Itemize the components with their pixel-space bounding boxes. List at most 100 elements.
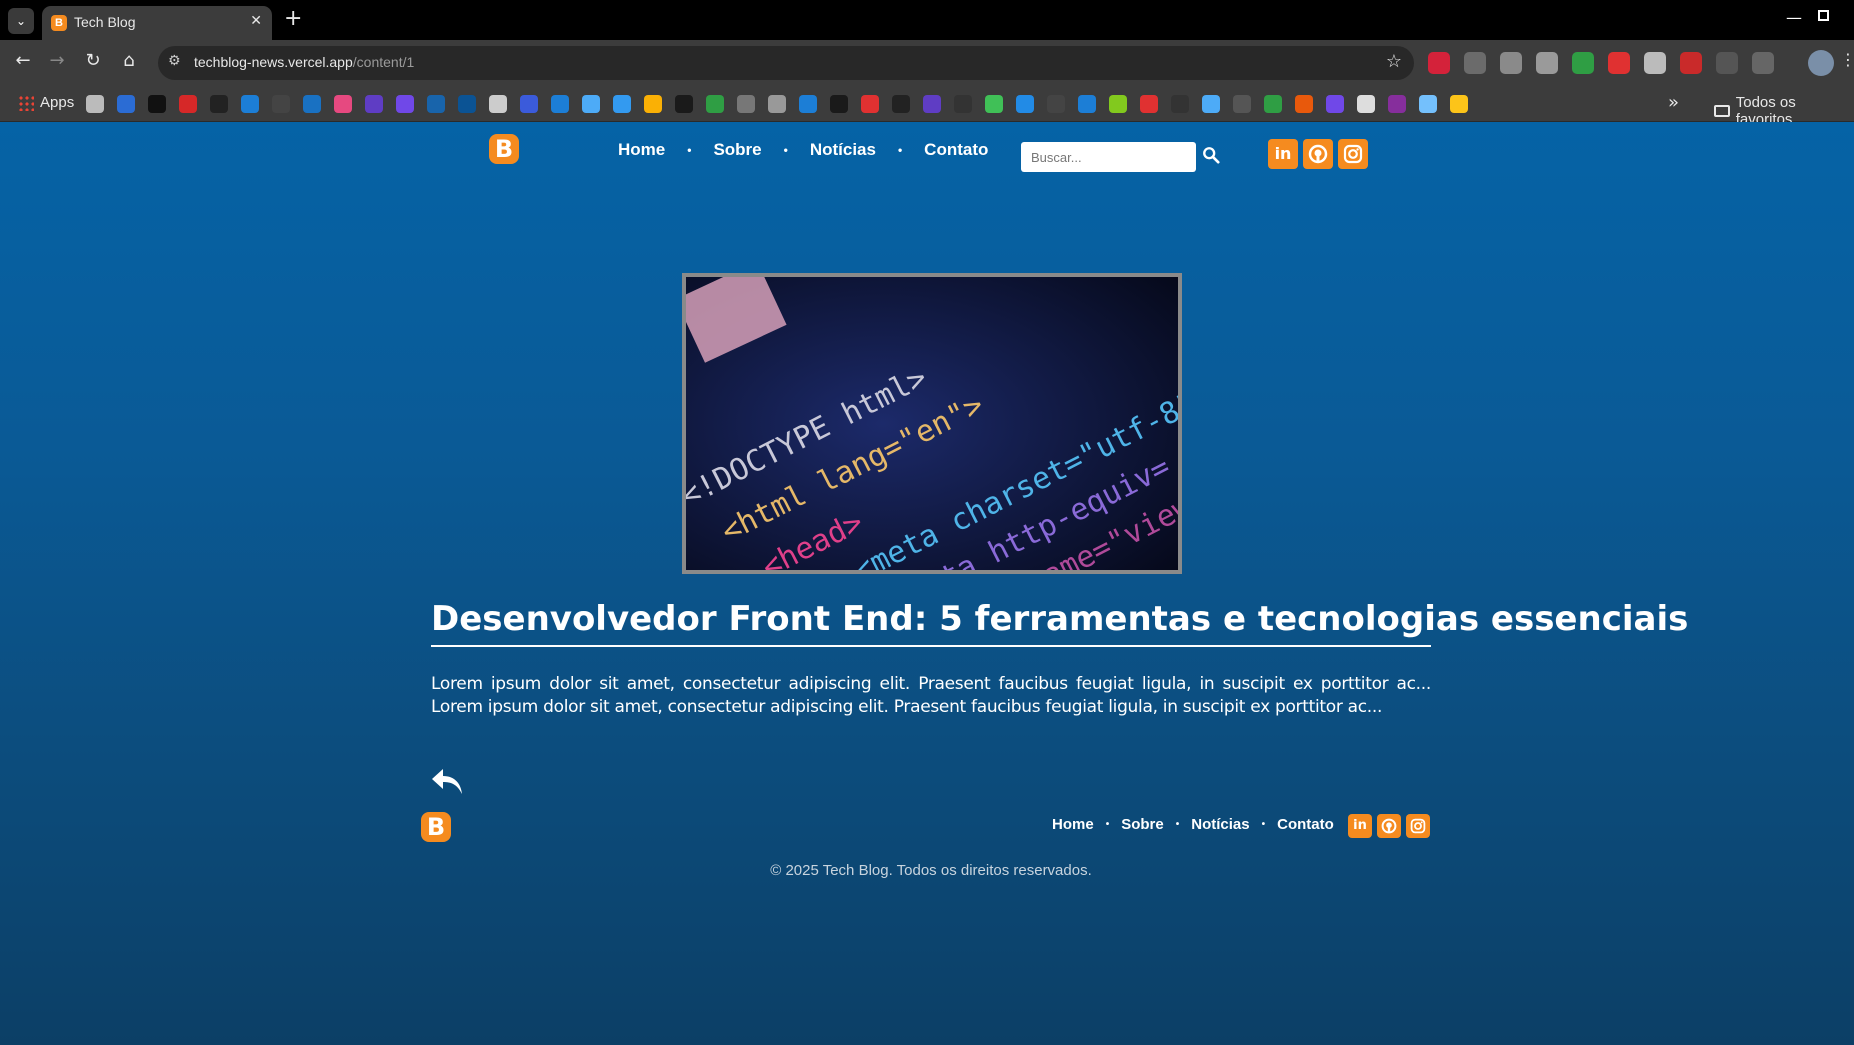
header-social: in (1268, 139, 1368, 169)
footer-blogger-logo-icon[interactable]: B (421, 812, 451, 842)
extension-icon[interactable] (1572, 52, 1594, 74)
extension-icon[interactable] (1500, 52, 1522, 74)
new-tab-icon[interactable]: + (284, 6, 302, 31)
bookmark-favicon-icon[interactable] (1140, 95, 1158, 113)
bookmark-favicon-icon[interactable] (303, 95, 321, 113)
bookmark-favicon-icon[interactable] (334, 95, 352, 113)
minimize-icon[interactable]: — (1786, 8, 1802, 27)
home-icon[interactable]: ⌂ (116, 50, 142, 71)
bookmark-favicon-icon[interactable] (427, 95, 445, 113)
search-input[interactable] (1021, 142, 1196, 172)
back-icon[interactable]: ← (10, 50, 36, 71)
bookmark-favicon-icon[interactable] (1016, 95, 1034, 113)
bookmark-favicon-icon[interactable] (923, 95, 941, 113)
nav-separator: • (897, 143, 903, 157)
bookmark-favicon-icon[interactable] (179, 95, 197, 113)
tab-title: Tech Blog (74, 14, 136, 30)
nav-home[interactable]: Home (618, 140, 665, 160)
blogger-logo-icon[interactable]: B (489, 134, 519, 164)
bookmark-favicon-icon[interactable] (551, 95, 569, 113)
bookmark-favicon-icon[interactable] (241, 95, 259, 113)
bookmark-star-icon[interactable]: ☆ (1386, 51, 1402, 72)
bookmark-favicon-icon[interactable] (458, 95, 476, 113)
address-url[interactable]: techblog-news.vercel.app/content/1 (194, 54, 414, 70)
bookmark-favicon-icon[interactable] (644, 95, 662, 113)
bookmark-favicon-icon[interactable] (799, 95, 817, 113)
footer-nav-sobre[interactable]: Sobre (1121, 816, 1164, 833)
bookmark-favicon-icon[interactable] (861, 95, 879, 113)
bookmark-favicon-icon[interactable] (1388, 95, 1406, 113)
address-bar[interactable]: ⚙ techblog-news.vercel.app/content/1 ☆ (158, 46, 1414, 80)
footer-nav-home[interactable]: Home (1052, 816, 1094, 833)
bookmark-favicon-icon[interactable] (1109, 95, 1127, 113)
bookmark-favicon-icon[interactable] (365, 95, 383, 113)
bookmark-favicon-icon[interactable] (582, 95, 600, 113)
bookmark-favicon-icon[interactable] (1450, 95, 1468, 113)
extension-icon[interactable] (1680, 52, 1702, 74)
profile-avatar[interactable] (1808, 50, 1834, 76)
bookmark-favicon-icon[interactable] (1047, 95, 1065, 113)
bookmark-favicon-icon[interactable] (148, 95, 166, 113)
instagram-icon[interactable] (1338, 139, 1368, 169)
bookmark-favicon-icon[interactable] (1264, 95, 1282, 113)
linkedin-icon[interactable]: in (1268, 139, 1298, 169)
extension-icon[interactable] (1428, 52, 1450, 74)
nav-sobre[interactable]: Sobre (713, 140, 761, 160)
bookmark-favicon-icon[interactable] (86, 95, 104, 113)
extension-icon[interactable] (1536, 52, 1558, 74)
bookmark-favicon-icon[interactable] (489, 95, 507, 113)
bookmark-favicon-icon[interactable] (1295, 95, 1313, 113)
nav-separator: • (783, 143, 788, 157)
bookmark-favicon-icon[interactable] (1357, 95, 1375, 113)
bookmark-favicon-icon[interactable] (954, 95, 972, 113)
footer-nav-contato[interactable]: Contato (1277, 816, 1334, 833)
bookmark-favicon-icon[interactable] (210, 95, 228, 113)
restore-window-icon[interactable] (1818, 10, 1829, 21)
bookmark-favicon-icon[interactable] (768, 95, 786, 113)
search-icon[interactable] (1202, 146, 1220, 164)
bookmark-favicon-icon[interactable] (1419, 95, 1437, 113)
reload-icon[interactable]: ↻ (80, 50, 106, 71)
bookmark-favicon-icon[interactable] (396, 95, 414, 113)
bookmark-favicon-icon[interactable] (1171, 95, 1189, 113)
footer-github-icon[interactable] (1377, 814, 1401, 838)
menu-kebab-icon[interactable]: ⋮ (1840, 50, 1854, 69)
bookmark-favicon-icon[interactable] (117, 95, 135, 113)
bookmark-favicon-icon[interactable] (985, 95, 1003, 113)
bookmark-favicon-icon[interactable] (613, 95, 631, 113)
puzzle-extensions-icon[interactable] (1752, 52, 1774, 74)
bookmark-favicon-icon[interactable] (675, 95, 693, 113)
extensions-area (1428, 52, 1774, 74)
nav-separator: • (1105, 819, 1110, 830)
bookmark-favicon-icon[interactable] (892, 95, 910, 113)
extension-icon[interactable] (1644, 52, 1666, 74)
tab-close-icon[interactable]: ✕ (250, 13, 262, 29)
footer-linkedin-icon[interactable]: in (1348, 814, 1372, 838)
bookmark-favicon-icon[interactable] (1202, 95, 1220, 113)
bookmark-favicon-icon[interactable] (1233, 95, 1251, 113)
bookmark-favicon-icon[interactable] (706, 95, 724, 113)
bookmark-favicon-icon[interactable] (737, 95, 755, 113)
extension-icon[interactable] (1608, 52, 1630, 74)
folder-icon (1714, 105, 1730, 117)
forward-icon[interactable]: → (44, 50, 70, 71)
reply-back-icon[interactable] (431, 767, 463, 797)
github-icon[interactable] (1303, 139, 1333, 169)
footer-instagram-icon[interactable] (1406, 814, 1430, 838)
nav-contato[interactable]: Contato (924, 140, 988, 160)
site-info-icon[interactable]: ⚙ (168, 53, 181, 69)
extension-icon[interactable] (1464, 52, 1486, 74)
bookmark-favicon-icon[interactable] (1326, 95, 1344, 113)
bookmarks-overflow-icon[interactable]: » (1668, 92, 1679, 113)
nav-noticias[interactable]: Notícias (810, 140, 876, 160)
footer-nav-noticias[interactable]: Notícias (1191, 816, 1249, 833)
browser-tab[interactable]: B Tech Blog ✕ (42, 6, 272, 40)
bookmark-favicon-icon[interactable] (1078, 95, 1096, 113)
tab-search-icon[interactable]: ⌄ (8, 8, 34, 34)
bookmark-favicon-icon[interactable] (520, 95, 538, 113)
bookmark-apps[interactable]: Apps (18, 94, 74, 111)
bookmark-favicon-icon[interactable] (272, 95, 290, 113)
extension-icon[interactable] (1716, 52, 1738, 74)
bookmark-favicon-icon[interactable] (830, 95, 848, 113)
article-body: Lorem ipsum dolor sit amet, consectetur … (431, 674, 1431, 717)
